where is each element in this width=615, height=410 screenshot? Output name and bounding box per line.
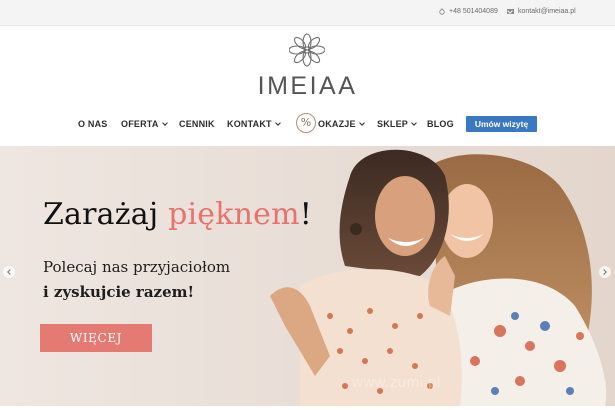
email-address: kontakt@imeiaa.pl: [518, 8, 576, 15]
nav-item-kontakt[interactable]: KONTAKT: [227, 119, 281, 129]
nav-label: BLOG: [427, 119, 454, 129]
watermark-text: www.zumi.pl: [352, 374, 441, 391]
nav-label: SKLEP: [377, 119, 409, 129]
nav-item-o-nas[interactable]: O NAS: [78, 119, 108, 129]
percent-icon[interactable]: %: [296, 113, 316, 133]
more-button[interactable]: WIĘCEJ: [40, 324, 152, 352]
envelope-icon: [507, 9, 514, 14]
book-appointment-button[interactable]: Umów wizytę: [466, 116, 537, 132]
hero-slider: Zarażaj pięknem! Polecaj nas przyjacioło…: [0, 146, 615, 406]
lotus-mandala-logo[interactable]: [289, 33, 325, 67]
nav-label: OFERTA: [121, 119, 159, 129]
nav-item-sklep[interactable]: SKLEP: [377, 119, 417, 129]
hero-photo-two-women: [0, 146, 615, 406]
chevron-down-icon: [411, 120, 417, 126]
headline-exclamation: !: [299, 197, 313, 232]
nav-item-okazje[interactable]: OKAZJE: [318, 119, 365, 129]
slider-prev-arrow-icon[interactable]: [3, 266, 15, 278]
nav-item-cennik[interactable]: CENNIK: [179, 119, 215, 129]
headline-text: Zarażaj: [43, 197, 169, 232]
slider-next-arrow-icon[interactable]: [599, 266, 611, 278]
nav-item-blog[interactable]: BLOG: [427, 119, 454, 129]
hero-headline: Zarażaj pięknem!: [43, 197, 312, 232]
hero-subline-1: Polecaj nas przyjaciołom: [43, 258, 231, 276]
nav-label: KONTAKT: [227, 119, 272, 129]
headline-accent: pięknem: [168, 197, 300, 232]
brand-logo-text[interactable]: IMEIAA: [250, 72, 365, 101]
chevron-down-icon: [358, 120, 365, 126]
nav-label: O NAS: [78, 119, 108, 129]
nav-label: CENNIK: [179, 119, 215, 129]
chevron-down-icon: [161, 120, 168, 126]
phone-icon: [438, 7, 446, 16]
chevron-down-icon: [274, 120, 281, 126]
phone-number: +48 501404089: [449, 8, 498, 15]
phone-contact[interactable]: +48 501404089: [438, 7, 498, 16]
hero-subline-2: i zyskujcie razem!: [43, 283, 195, 301]
top-contact-bar: +48 501404089 kontakt@imeiaa.pl: [0, 0, 615, 26]
email-contact[interactable]: kontakt@imeiaa.pl: [507, 8, 576, 15]
nav-item-oferta[interactable]: OFERTA: [121, 119, 168, 129]
nav-label: OKAZJE: [318, 119, 356, 129]
